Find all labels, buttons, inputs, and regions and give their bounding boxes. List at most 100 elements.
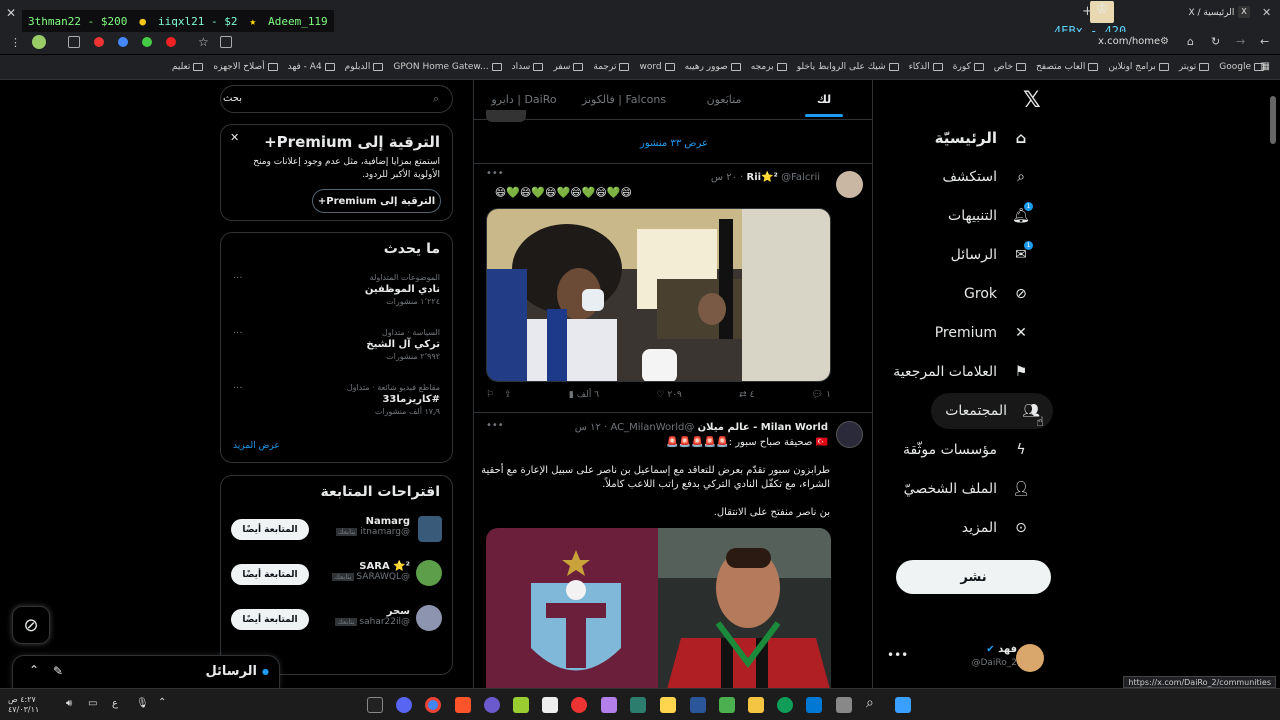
bookmark-item[interactable]: ترجمة	[593, 62, 630, 72]
tweet2-image[interactable]	[486, 528, 831, 688]
url-field[interactable]: x.com/home	[1098, 36, 1160, 47]
close-icon[interactable]: ✕	[230, 131, 239, 144]
suggest-user[interactable]: سحر @sahar22il يتابعك	[335, 606, 410, 627]
bookmark-item[interactable]: الذكاء	[909, 62, 943, 72]
volume-icon[interactable]: 🔊︎	[66, 698, 72, 709]
bookmark-item[interactable]: فهد - A4	[288, 62, 335, 72]
x-logo-icon[interactable]: 𝕏	[1023, 88, 1041, 113]
app-icon[interactable]	[630, 697, 646, 713]
suggest-avatar[interactable]	[416, 605, 442, 631]
epic-games-icon[interactable]	[367, 697, 383, 713]
notes-icon[interactable]	[660, 697, 676, 713]
menu-dots-icon[interactable]: ⋮	[10, 36, 21, 49]
edge-icon[interactable]	[777, 697, 793, 713]
search-icon[interactable]: ⌕	[866, 695, 874, 711]
home-icon[interactable]: ⌂	[1187, 35, 1194, 48]
store-icon[interactable]	[542, 697, 558, 713]
search-input[interactable]: بحث	[223, 93, 242, 104]
app-icon[interactable]	[484, 697, 500, 713]
tweet1-reply[interactable]: 💬︎ ١	[812, 390, 831, 400]
bookmark-item[interactable]: GPON Home Gatew...	[393, 62, 502, 72]
calculator-icon[interactable]	[719, 697, 735, 713]
bookmark-icon[interactable]: ⚐	[486, 390, 494, 400]
tweet1-repost[interactable]: ⇄ ٤	[739, 390, 754, 400]
forward-icon[interactable]: →	[1236, 35, 1245, 48]
nav-bookmarks[interactable]: العلامات المرجعية ⚑	[879, 354, 1043, 390]
expand-up-icon[interactable]: ⌃	[29, 663, 39, 677]
tweet2-time[interactable]: ١٢ س	[575, 422, 601, 433]
nav-grok[interactable]: Grok ⊘	[950, 276, 1043, 312]
bookmark-item[interactable]: word	[639, 62, 675, 72]
messages-dock[interactable]: ● الرسائل ✎ ⌃	[12, 655, 280, 688]
suggest-avatar[interactable]	[418, 516, 442, 542]
nav-notifications[interactable]: التنبيهات 🔔︎ 1	[934, 198, 1043, 234]
app-icon[interactable]	[513, 697, 529, 713]
bookmark-item[interactable]: صوور رهيبه	[685, 62, 741, 72]
nav-messages[interactable]: الرسائل ✉ 1	[937, 237, 1043, 273]
brave-icon[interactable]	[455, 697, 471, 713]
close-tab-icon[interactable]: ✕	[1262, 6, 1271, 19]
reload-icon[interactable]: ↻	[1211, 35, 1220, 48]
trend-more-icon[interactable]: ···	[233, 383, 243, 394]
follow-button[interactable]: المتابعة أيضًا	[231, 564, 309, 585]
tweet1-video[interactable]	[486, 208, 831, 382]
nav-communities[interactable]: المجتمعات 👥︎	[931, 393, 1053, 429]
follow-button[interactable]: المتابعة أيضًا	[231, 609, 309, 630]
bookmark-item[interactable]: خاص	[994, 62, 1026, 72]
site-settings-icon[interactable]: ⚙	[1160, 36, 1169, 47]
bookmark-item[interactable]: برمجه	[751, 62, 787, 72]
bookmark-item[interactable]: تعليم	[172, 62, 204, 72]
bookmark-item[interactable]: شيك على الروابط ياخلو	[797, 62, 899, 72]
post-button[interactable]: نشر	[896, 560, 1051, 594]
tab-home[interactable]: (2) الرئيسية / X	[1100, 6, 1250, 26]
extension-3-icon[interactable]	[142, 37, 152, 47]
tab-falcons[interactable]: فالكونز | Falcons	[574, 80, 674, 119]
nav-explore[interactable]: استكشف ⌕	[928, 159, 1043, 195]
bookmark-item[interactable]: برامج اونلاين	[1108, 62, 1169, 72]
bookmark-item[interactable]: العاب متصفح	[1036, 62, 1099, 72]
grok-float-button[interactable]: ⊘	[12, 606, 50, 644]
share-icon[interactable]: ⇪	[504, 390, 512, 400]
tweet1-handle[interactable]: @Falcrii	[781, 172, 820, 183]
account-more-icon[interactable]: •••	[887, 648, 908, 662]
tab-for-you[interactable]: لك	[774, 80, 872, 119]
outlook-icon[interactable]	[806, 697, 822, 713]
bookmark-star-icon[interactable]: ☆	[198, 35, 209, 49]
bookmark-item[interactable]: سفر	[553, 62, 584, 72]
app-icon[interactable]	[601, 697, 617, 713]
tweet1-more-icon[interactable]: •••	[486, 168, 504, 179]
follow-button[interactable]: المتابعة أيضًا	[231, 519, 309, 540]
apps-grid-icon[interactable]: ▦	[1261, 61, 1270, 72]
microphone-icon[interactable]: 🎙︎	[136, 698, 149, 709]
tweet2-name[interactable]: Milan World - عالم ميلان	[698, 422, 828, 433]
nav-verified-orgs[interactable]: مؤسسات موثّقة ϟ	[889, 432, 1043, 468]
back-icon[interactable]: ←	[1260, 35, 1269, 48]
display-icon[interactable]: ▭	[88, 698, 97, 709]
bookmark-item[interactable]: الدبلوم	[345, 62, 384, 72]
show-new-posts[interactable]: عرض ٣٣ منشور	[474, 138, 872, 149]
taskbar-clock[interactable]: ٤:٢٧ ص ٤٧/٠٣/١١	[8, 695, 39, 715]
tweet2-avatar[interactable]	[836, 421, 863, 448]
nav-profile[interactable]: الملف الشخصيّ 👤︎	[890, 471, 1043, 507]
trends-show-more[interactable]: عرض المزيد	[233, 441, 280, 451]
tweet1-like[interactable]: ♡ ٢٠٩	[656, 390, 682, 400]
file-explorer-icon[interactable]	[748, 697, 764, 713]
trend-item[interactable]: الموضوعات المتداولة نادي الموظفين ١٬٢٢٤ …	[365, 273, 440, 306]
tweet1-name[interactable]: Rii⭐²	[747, 172, 778, 183]
account-switcher[interactable]: ••• فهد ✔ @DaiRo_2	[885, 640, 1050, 676]
tweet1-views[interactable]: ▮ ٦ ألف	[569, 390, 599, 400]
bookmark-item[interactable]: سداد	[512, 62, 544, 72]
nav-premium[interactable]: Premium ✕	[921, 315, 1043, 351]
language-indicator[interactable]: ع	[112, 698, 118, 709]
tray-expand-icon[interactable]: ⌃	[158, 697, 166, 708]
bookmark-item[interactable]: أصلاح الاجهزه	[213, 62, 278, 72]
suggest-user[interactable]: SARA ⭐² @SARAWQL يتابعك	[332, 561, 410, 582]
extensions-icon[interactable]	[68, 36, 80, 48]
extension-4-icon[interactable]	[166, 37, 176, 47]
task-view-icon[interactable]	[836, 697, 852, 713]
profile-avatar-icon[interactable]	[32, 35, 46, 49]
tweet2-handle[interactable]: @AC_MilanWorld	[610, 422, 694, 433]
extension-2-icon[interactable]	[118, 37, 128, 47]
suggest-avatar[interactable]	[416, 560, 442, 586]
trend-more-icon[interactable]: ···	[233, 273, 243, 284]
